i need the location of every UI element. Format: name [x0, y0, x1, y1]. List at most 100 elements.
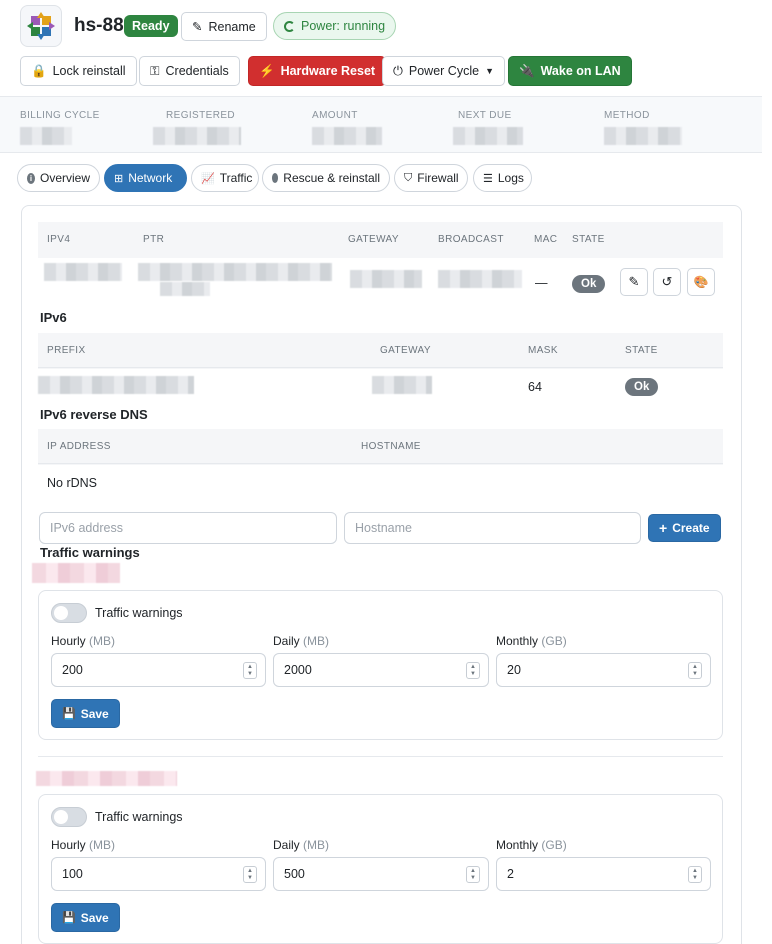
- rename-label: Rename: [208, 19, 256, 34]
- hourly-input-1[interactable]: 200 ▲ ▼: [51, 653, 266, 687]
- registered-label: REGISTERED: [166, 110, 236, 121]
- tab-rescue-reinstall[interactable]: Rescue & reinstall: [262, 164, 390, 192]
- th-hostname: HOSTNAME: [361, 441, 421, 452]
- tab-traffic-label: Traffic: [219, 171, 253, 185]
- rdns-divider: [38, 463, 723, 464]
- info-icon: i: [27, 172, 35, 184]
- hourly-label-1: Hourly (MB): [51, 634, 116, 648]
- ipv6-state-badge: Ok: [625, 378, 659, 396]
- th-state: STATE: [572, 234, 605, 245]
- th-ipv6-gateway: GATEWAY: [380, 345, 431, 356]
- monthly-spinner-2[interactable]: ▲ ▼: [688, 866, 702, 883]
- hourly-spinner-2[interactable]: ▲ ▼: [243, 866, 257, 883]
- chart-icon: 📈: [201, 172, 215, 185]
- th-prefix: PREFIX: [47, 345, 86, 356]
- hourly-label-2: Hourly (MB): [51, 838, 116, 852]
- monthly-input-1[interactable]: 20 ▲ ▼: [496, 653, 711, 687]
- traffic-warning-block-1: Traffic warnings Hourly (MB) Daily (MB) …: [38, 590, 723, 740]
- ipv6-table-header: PREFIX GATEWAY MASK STATE: [38, 333, 723, 369]
- monthly-spinner-1[interactable]: ▲ ▼: [688, 662, 702, 679]
- plus-icon: +: [659, 520, 668, 536]
- save-traffic-button-1[interactable]: 💾 Save: [51, 699, 120, 728]
- wake-on-lan-button[interactable]: 🔌 Wake on LAN: [508, 56, 632, 86]
- ipv4-table-header: IPV4 PTR GATEWAY BROADCAST MAC STATE: [38, 222, 723, 258]
- os-logo: [20, 5, 62, 47]
- traffic-block-divider: [38, 756, 723, 757]
- palette-button[interactable]: 🎨: [687, 268, 715, 296]
- server-header: hs-88 Ready ✎ Rename Power: running 🔒 Lo…: [0, 0, 762, 96]
- ipv6-prefix-redacted: [38, 376, 194, 394]
- daily-label-2: Daily (MB): [273, 838, 330, 852]
- edit-ptr-button[interactable]: ✎: [620, 268, 648, 296]
- undo-icon: ↺: [661, 274, 673, 289]
- wake-on-lan-label: Wake on LAN: [540, 64, 621, 78]
- traffic-warnings-toggle-1[interactable]: [51, 603, 87, 623]
- traffic-ip-redacted-2: [36, 771, 177, 786]
- monthly-label-2: Monthly (GB): [496, 838, 567, 852]
- tab-logs-label: Logs: [497, 171, 524, 185]
- tab-overview[interactable]: i Overview: [17, 164, 100, 192]
- key-icon: ⚿: [150, 63, 160, 78]
- reset-ptr-button[interactable]: ↺: [653, 268, 681, 296]
- save-icon: 💾: [62, 912, 76, 924]
- lock-reinstall-button[interactable]: 🔒 Lock reinstall: [20, 56, 137, 86]
- billing-cycle-label: BILLING CYCLE: [20, 110, 100, 121]
- tab-network[interactable]: ⊞ Network: [104, 164, 187, 192]
- tab-logs[interactable]: ☰ Logs: [473, 164, 532, 192]
- th-mac: MAC: [534, 234, 558, 245]
- daily-input-1[interactable]: 2000 ▲ ▼: [273, 653, 489, 687]
- tab-rescue-label: Rescue & reinstall: [283, 171, 380, 185]
- amount-col: AMOUNT: [312, 110, 382, 145]
- ipv6-address-input[interactable]: [39, 512, 337, 544]
- tab-traffic[interactable]: 📈 Traffic: [191, 164, 259, 192]
- monthly-input-2[interactable]: 2 ▲ ▼: [496, 857, 711, 891]
- daily-label-1: Daily (MB): [273, 634, 330, 648]
- th-broadcast: BROADCAST: [438, 234, 504, 245]
- broadcast-redacted: [438, 270, 522, 288]
- palette-icon: 🎨: [693, 275, 709, 289]
- save-label-2: Save: [80, 910, 109, 925]
- disc-icon: [272, 173, 279, 183]
- th-ptr: PTR: [143, 234, 165, 245]
- tab-firewall[interactable]: ⛉ Firewall: [394, 164, 468, 192]
- hardware-reset-button[interactable]: ⚡ Hardware Reset: [248, 56, 387, 86]
- ipv6-mask-value: 64: [528, 380, 542, 394]
- credentials-label: Credentials: [165, 64, 229, 78]
- host-name: hs-88: [74, 15, 124, 36]
- amount-label: AMOUNT: [312, 110, 358, 121]
- monthly-label-1: Monthly (GB): [496, 634, 567, 648]
- gateway-redacted: [350, 270, 422, 288]
- traffic-warning-block-2: Traffic warnings Hourly (MB) Daily (MB) …: [38, 794, 723, 944]
- rdns-hostname-input[interactable]: [344, 512, 641, 544]
- hourly-spinner-1[interactable]: ▲ ▼: [243, 662, 257, 679]
- hourly-input-2[interactable]: 100 ▲ ▼: [51, 857, 266, 891]
- save-traffic-button-2[interactable]: 💾 Save: [51, 903, 120, 932]
- credentials-button[interactable]: ⚿ Credentials: [139, 56, 240, 86]
- rdns-table-header: IP ADDRESS HOSTNAME: [38, 429, 723, 465]
- pencil-icon: ✎: [192, 20, 203, 34]
- tab-firewall-label: Firewall: [417, 171, 459, 185]
- power-cycle-button[interactable]: ⏻ Power Cycle ▼: [382, 56, 505, 86]
- daily-input-2[interactable]: 500 ▲ ▼: [273, 857, 489, 891]
- create-label: Create: [672, 521, 710, 535]
- lock-icon: 🔒: [31, 63, 47, 78]
- daily-spinner-2[interactable]: ▲ ▼: [466, 866, 480, 883]
- lock-reinstall-label: Lock reinstall: [52, 64, 126, 78]
- daily-spinner-1[interactable]: ▲ ▼: [466, 662, 480, 679]
- billing-summary: BILLING CYCLE REGISTERED AMOUNT NEXT DUE…: [0, 96, 762, 153]
- rdns-title: IPv6 reverse DNS: [40, 407, 148, 422]
- rename-button[interactable]: ✎ Rename: [181, 12, 267, 41]
- tab-network-label: Network: [128, 171, 173, 185]
- tab-overview-label: Overview: [39, 171, 90, 185]
- caret-down-icon: ▼: [485, 66, 494, 76]
- network-icon: ⊞: [114, 172, 124, 185]
- ptr-redacted-line2: [160, 282, 210, 296]
- ipv6-title: IPv6: [40, 310, 67, 325]
- traffic-warnings-toggle-2[interactable]: [51, 807, 87, 827]
- bolt-icon: ⚡: [259, 63, 275, 78]
- power-icon: ⏻: [393, 63, 403, 78]
- create-rdns-button[interactable]: + Create: [648, 514, 721, 542]
- shield-icon: ⛉: [404, 171, 413, 184]
- th-mask: MASK: [528, 345, 558, 356]
- ipv4-address-redacted: [44, 263, 122, 281]
